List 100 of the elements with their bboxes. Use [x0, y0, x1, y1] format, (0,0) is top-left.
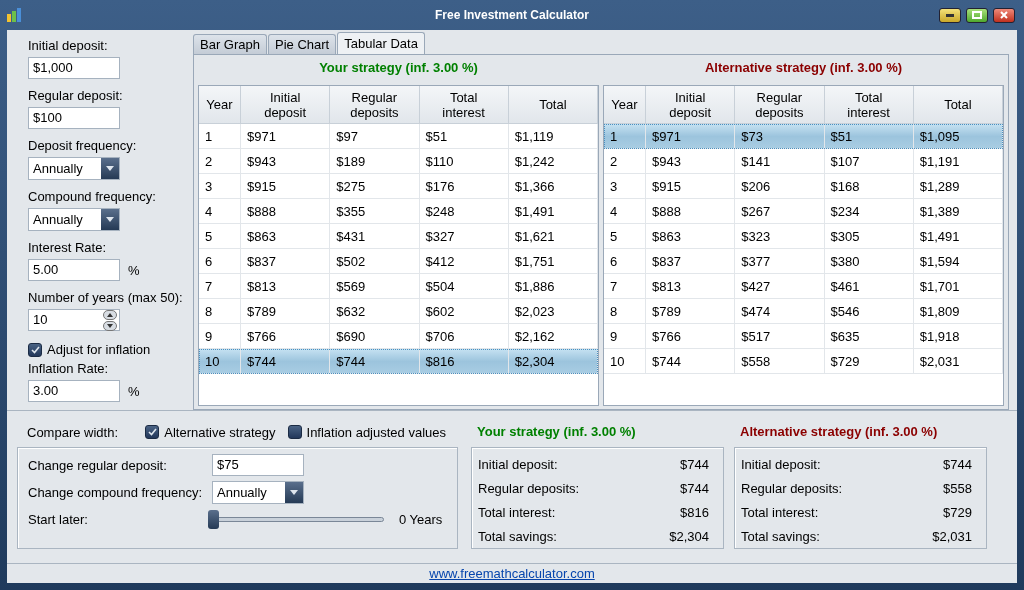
table-cell: $816 [419, 349, 509, 374]
table-title: Alternative strategy (inf. 3.00 %) [703, 59, 904, 77]
field-label: Initial deposit: [28, 38, 108, 54]
summary-label: Total savings: [741, 528, 820, 544]
window-title: Free Investment Calculator [433, 8, 591, 22]
dropdown[interactable]: Annually [28, 157, 120, 180]
summary-value: $729 [943, 504, 972, 520]
table-row[interactable]: 4 $888 $267 $234 $1,389 [604, 199, 1003, 224]
dropdown-arrow-icon [290, 489, 298, 495]
column-header: Year [604, 86, 646, 124]
app-logo-icon [7, 8, 21, 22]
table-cell: $744 [241, 349, 331, 374]
table-row[interactable]: 1 $971 $73 $51 $1,095 [604, 124, 1003, 149]
table-row[interactable]: 10 $744 $744 $816 $2,304 [199, 349, 598, 374]
column-header: Total interest [824, 86, 914, 124]
column-header: Initial deposit [646, 86, 736, 124]
table-row[interactable]: 2 $943 $189 $110 $1,242 [199, 149, 598, 174]
column-header: Total interest [419, 86, 509, 124]
table-row[interactable]: 7 $813 $427 $461 $1,701 [604, 274, 1003, 299]
text-field[interactable]: $100 [28, 107, 120, 129]
website-link[interactable]: www.freemathcalculator.com [429, 566, 595, 581]
table-row[interactable]: 9 $766 $690 $706 $2,162 [199, 324, 598, 349]
summary-title: Your strategy (inf. 3.00 %) [476, 423, 637, 441]
summary-label: Initial deposit: [478, 456, 558, 472]
maximize-icon [972, 11, 982, 19]
field-label: Start later: [28, 511, 89, 527]
table-cell: $2,031 [913, 349, 1003, 374]
summary-label: Total interest: [478, 504, 556, 520]
table-row[interactable]: 8 $789 $474 $546 $1,809 [604, 299, 1003, 324]
table-title: Your strategy (inf. 3.00 %) [318, 59, 479, 77]
table-cell: 10 [199, 349, 241, 374]
table-cell: $2,304 [508, 349, 598, 374]
checkbox-label: Alternative strategy [164, 424, 276, 440]
table-row[interactable]: 3 $915 $275 $176 $1,366 [199, 174, 598, 199]
close-button[interactable] [993, 7, 1015, 23]
table-row[interactable]: 1 $971 $97 $51 $1,119 [199, 124, 598, 149]
up-arrow-icon[interactable] [103, 309, 117, 320]
dropdown[interactable]: Annually [28, 208, 120, 231]
field-label: Regular deposit: [28, 88, 123, 104]
table-row[interactable]: 10 $744 $558 $729 $2,031 [604, 349, 1003, 374]
summary-label: Total interest: [741, 504, 819, 520]
checkbox[interactable] [287, 425, 302, 439]
checkbox[interactable] [28, 342, 42, 357]
table-row[interactable]: 2 $943 $141 $107 $1,191 [604, 149, 1003, 174]
tab[interactable]: Pie Chart [268, 34, 337, 54]
checkbox-label: Adjust for inflation [47, 342, 151, 357]
checkbox[interactable] [145, 425, 160, 439]
field-label: Deposit frequency: [28, 138, 137, 154]
summary-value: $816 [680, 504, 709, 520]
table-cell: $744 [646, 349, 736, 374]
checkbox-label: Inflation adjusted values [306, 424, 446, 440]
table-row[interactable]: 4 $888 $355 $248 $1,491 [199, 199, 598, 224]
spinner-field[interactable]: 10 [28, 309, 120, 331]
tab[interactable]: Tabular Data [337, 32, 425, 54]
table-row[interactable]: 3 $915 $206 $168 $1,289 [604, 174, 1003, 199]
tab[interactable]: Bar Graph [193, 34, 267, 54]
summary-value: $558 [943, 480, 972, 496]
field-label: Compound frequency: [28, 189, 156, 205]
slider-reading: 0 Years [399, 511, 443, 527]
field-label: Number of years (max 50): [28, 290, 183, 306]
table-cell: $744 [330, 349, 420, 374]
text-field[interactable]: $75 [212, 454, 304, 476]
summary-label: Regular deposits: [741, 480, 843, 496]
text-field[interactable]: 5.00 [28, 259, 120, 281]
dropdown[interactable]: Annually [212, 480, 304, 504]
dropdown-arrow-icon [106, 166, 114, 171]
table-row[interactable]: 5 $863 $431 $327 $1,621 [199, 224, 598, 249]
slider[interactable] [208, 509, 384, 529]
field-label: Change compound frequency: [28, 484, 204, 500]
slider-thumb[interactable] [208, 509, 219, 529]
checkmark-icon [30, 345, 40, 354]
table-row[interactable]: 7 $813 $569 $504 $1,886 [199, 274, 598, 299]
table-row[interactable]: 6 $837 $502 $412 $1,751 [199, 249, 598, 274]
table-cell: $729 [824, 349, 914, 374]
table-row[interactable]: 5 $863 $323 $305 $1,491 [604, 224, 1003, 249]
table-row[interactable]: 9 $766 $517 $635 $1,918 [604, 324, 1003, 349]
column-header: Year [199, 86, 241, 124]
table-cell: 10 [604, 349, 646, 374]
summary-label: Total savings: [478, 528, 557, 544]
summary-title: Alternative strategy (inf. 3.00 %) [739, 423, 939, 441]
maximize-button[interactable] [966, 7, 988, 23]
dropdown-arrow-icon [106, 217, 114, 222]
column-header: Regular deposits [735, 86, 825, 124]
column-header: Total [913, 86, 1003, 124]
minimize-button[interactable] [939, 7, 961, 23]
compare-label: Compare width: [27, 424, 120, 440]
text-field[interactable]: 3.00 [28, 380, 120, 402]
table-row[interactable]: 8 $789 $632 $602 $2,023 [199, 299, 598, 324]
text-field[interactable]: $1,000 [28, 57, 120, 79]
table-row[interactable]: 6 $837 $377 $380 $1,594 [604, 249, 1003, 274]
table-cell: $558 [735, 349, 825, 374]
close-icon [1000, 11, 1008, 19]
unit-label: % [128, 383, 140, 399]
down-arrow-icon[interactable] [103, 320, 117, 331]
summary-value: $2,304 [669, 528, 709, 544]
summary-label: Initial deposit: [741, 456, 821, 472]
minimize-icon [946, 13, 954, 17]
field-label: Inflation Rate: [28, 361, 109, 377]
checkmark-icon [147, 428, 157, 436]
summary-label: Regular deposits: [478, 480, 580, 496]
